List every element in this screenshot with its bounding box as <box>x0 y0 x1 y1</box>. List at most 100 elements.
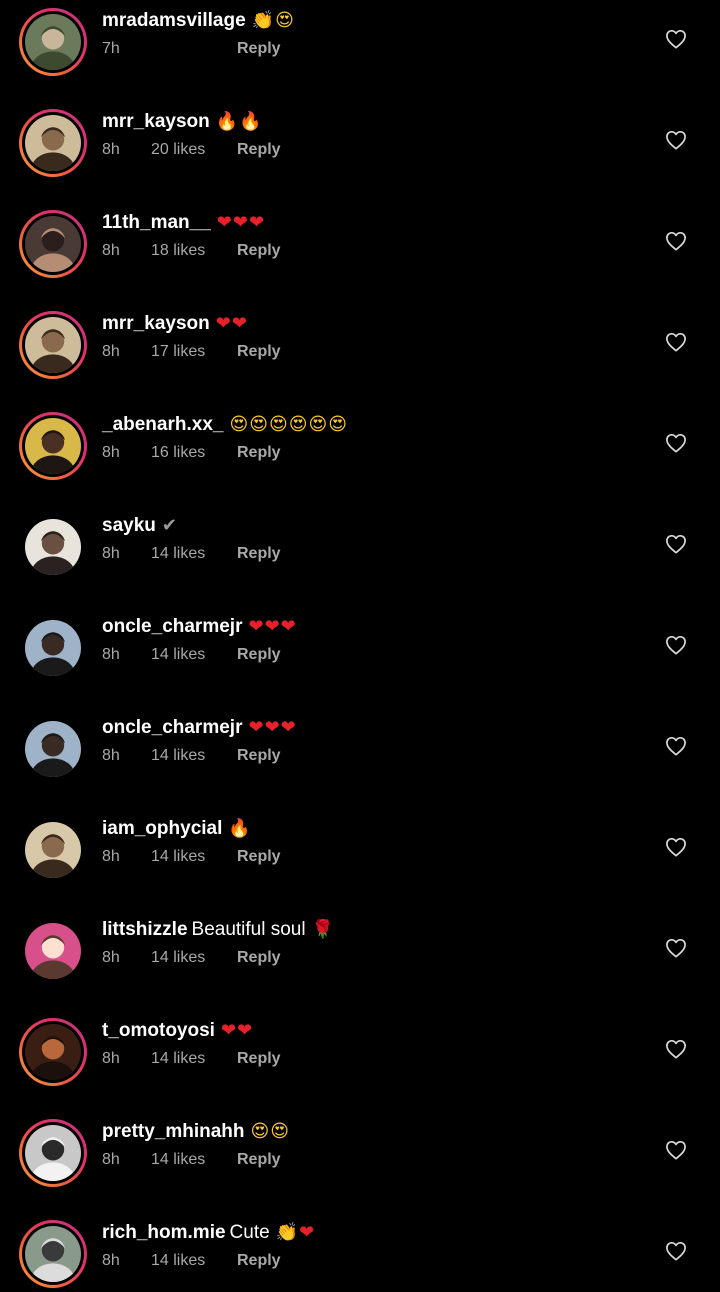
like-heart-icon[interactable] <box>665 1241 687 1261</box>
reply-button[interactable]: Reply <box>237 1050 281 1068</box>
comment-time[interactable]: 8h <box>102 343 151 361</box>
avatar-container[interactable] <box>25 822 81 878</box>
comment-time[interactable]: 8h <box>102 949 151 967</box>
comment-likes[interactable]: 14 likes <box>151 1252 237 1270</box>
avatar-container[interactable] <box>19 412 87 480</box>
heart-outline-icon[interactable] <box>665 1241 687 1261</box>
comment-username[interactable]: t_omotoyosi <box>102 1020 215 1041</box>
reply-button[interactable]: Reply <box>237 343 281 361</box>
comment-username[interactable]: pretty_mhinahh <box>102 1121 245 1142</box>
heart-outline-icon[interactable] <box>665 29 687 49</box>
like-heart-icon[interactable] <box>665 534 687 554</box>
comment-username[interactable]: mrr_kayson <box>102 111 210 132</box>
heart-outline-icon[interactable] <box>665 534 687 554</box>
reply-button[interactable]: Reply <box>237 444 281 462</box>
heart-outline-icon[interactable] <box>665 433 687 453</box>
reply-button[interactable]: Reply <box>237 848 281 866</box>
avatar[interactable] <box>25 1125 81 1181</box>
comment-username[interactable]: littshizzle <box>102 919 188 940</box>
avatar[interactable] <box>25 216 81 272</box>
heart-outline-icon[interactable] <box>665 837 687 857</box>
comment-likes[interactable]: 14 likes <box>151 1151 237 1169</box>
avatar-container[interactable] <box>19 311 87 379</box>
avatar[interactable] <box>25 115 81 171</box>
comment-likes[interactable]: 14 likes <box>151 747 237 765</box>
like-heart-icon[interactable] <box>665 938 687 958</box>
comment-likes[interactable]: 17 likes <box>151 343 237 361</box>
comment-time[interactable]: 8h <box>102 1252 151 1270</box>
comment-likes[interactable]: 14 likes <box>151 848 237 866</box>
like-heart-icon[interactable] <box>665 837 687 857</box>
comment-time[interactable]: 8h <box>102 646 151 664</box>
like-heart-icon[interactable] <box>665 1140 687 1160</box>
comment-time[interactable]: 8h <box>102 1050 151 1068</box>
avatar[interactable] <box>25 721 81 777</box>
avatar[interactable] <box>25 620 81 676</box>
avatar-container[interactable] <box>25 519 81 575</box>
heart-outline-icon[interactable] <box>665 635 687 655</box>
avatar[interactable] <box>25 418 81 474</box>
comment-username[interactable]: iam_ophycial <box>102 818 222 839</box>
heart-outline-icon[interactable] <box>665 736 687 756</box>
avatar[interactable] <box>25 923 81 979</box>
comment-username[interactable]: oncle_charmejr <box>102 616 242 637</box>
reply-button[interactable]: Reply <box>237 949 281 967</box>
avatar-container[interactable] <box>25 721 81 777</box>
reply-button[interactable]: Reply <box>237 1252 281 1270</box>
comment-likes[interactable]: 14 likes <box>151 1050 237 1068</box>
avatar-container[interactable] <box>19 1119 87 1187</box>
comment-username[interactable]: rich_hom.mie <box>102 1222 226 1243</box>
like-heart-icon[interactable] <box>665 130 687 150</box>
comment-likes[interactable]: 18 likes <box>151 242 237 260</box>
reply-button[interactable]: Reply <box>237 242 281 260</box>
heart-outline-icon[interactable] <box>665 130 687 150</box>
comment-time[interactable]: 8h <box>102 1151 151 1169</box>
like-heart-icon[interactable] <box>665 1039 687 1059</box>
avatar-container[interactable] <box>19 8 87 76</box>
comment-likes[interactable]: 14 likes <box>151 949 237 967</box>
comment-time[interactable]: 8h <box>102 848 151 866</box>
heart-outline-icon[interactable] <box>665 1039 687 1059</box>
reply-button[interactable]: Reply <box>237 1151 281 1169</box>
reply-button[interactable]: Reply <box>237 646 281 664</box>
avatar[interactable] <box>25 1024 81 1080</box>
comment-username[interactable]: _abenarh.xx_ <box>102 414 223 435</box>
comment-username[interactable]: mrr_kayson <box>102 313 210 334</box>
avatar-container[interactable] <box>25 923 81 979</box>
comment-time[interactable]: 8h <box>102 747 151 765</box>
comment-time[interactable]: 7h <box>102 40 151 58</box>
reply-button[interactable]: Reply <box>237 747 281 765</box>
heart-outline-icon[interactable] <box>665 1140 687 1160</box>
comment-username[interactable]: oncle_charmejr <box>102 717 242 738</box>
like-heart-icon[interactable] <box>665 635 687 655</box>
comment-username[interactable]: mradamsvillage <box>102 10 246 31</box>
heart-outline-icon[interactable] <box>665 332 687 352</box>
heart-outline-icon[interactable] <box>665 938 687 958</box>
comment-time[interactable]: 8h <box>102 444 151 462</box>
avatar[interactable] <box>25 317 81 373</box>
comment-likes[interactable]: 14 likes <box>151 646 237 664</box>
avatar-container[interactable] <box>19 109 87 177</box>
like-heart-icon[interactable] <box>665 433 687 453</box>
avatar[interactable] <box>25 822 81 878</box>
reply-button[interactable]: Reply <box>237 545 281 563</box>
comment-username[interactable]: 11th_man__ <box>102 212 211 233</box>
comment-likes[interactable]: 14 likes <box>151 545 237 563</box>
comment-likes[interactable]: 16 likes <box>151 444 237 462</box>
avatar[interactable] <box>25 1226 81 1282</box>
avatar-container[interactable] <box>19 1220 87 1288</box>
like-heart-icon[interactable] <box>665 332 687 352</box>
reply-button[interactable]: Reply <box>237 40 281 58</box>
avatar-container[interactable] <box>19 1018 87 1086</box>
avatar[interactable] <box>25 14 81 70</box>
comment-time[interactable]: 8h <box>102 545 151 563</box>
like-heart-icon[interactable] <box>665 231 687 251</box>
like-heart-icon[interactable] <box>665 736 687 756</box>
comment-username[interactable]: sayku <box>102 515 156 536</box>
like-heart-icon[interactable] <box>665 29 687 49</box>
reply-button[interactable]: Reply <box>237 141 281 159</box>
avatar[interactable] <box>25 519 81 575</box>
avatar-container[interactable] <box>25 620 81 676</box>
comment-likes[interactable]: 20 likes <box>151 141 237 159</box>
heart-outline-icon[interactable] <box>665 231 687 251</box>
